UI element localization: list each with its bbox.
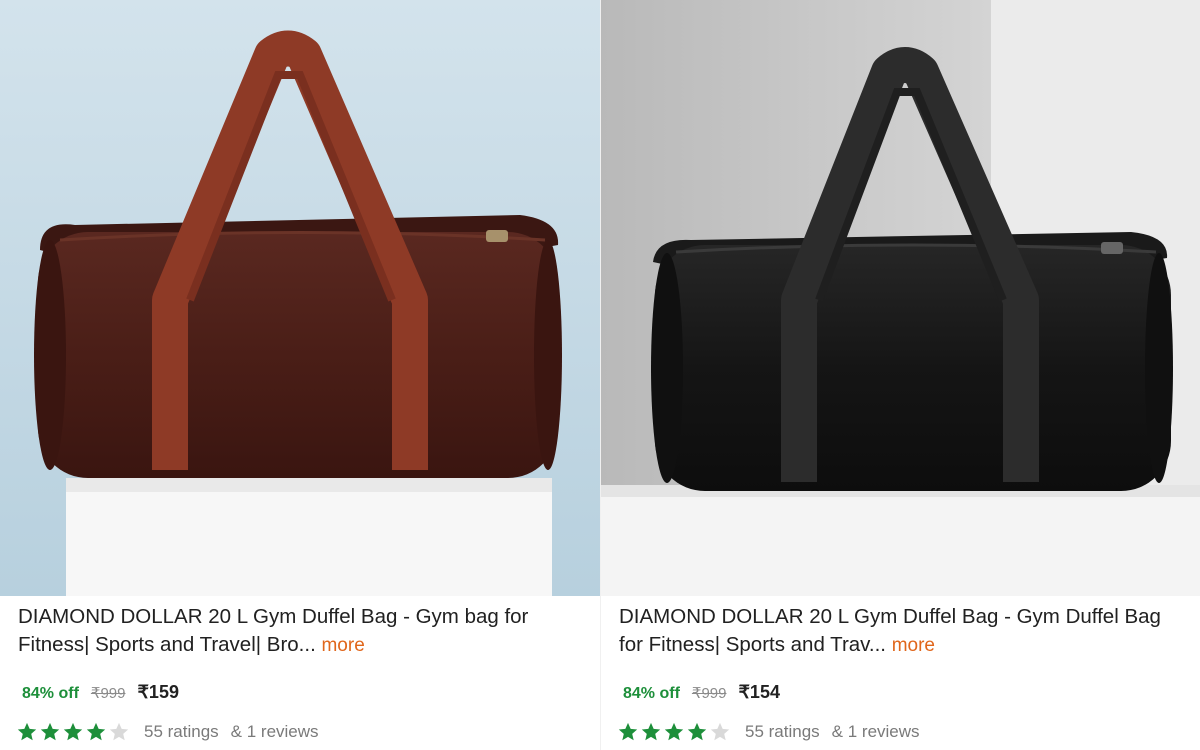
- star-rating: [16, 721, 130, 743]
- more-link[interactable]: more: [892, 635, 935, 656]
- sale-price: ₹159: [137, 682, 179, 702]
- star-filled-icon: [63, 722, 83, 741]
- star-rating: [617, 721, 731, 743]
- star-empty-icon: [710, 722, 730, 741]
- star-filled-icon: [618, 722, 638, 741]
- product-grid: DIAMOND DOLLAR 20 L Gym Duffel Bag - Gym…: [0, 0, 1200, 750]
- star-filled-icon: [86, 722, 106, 741]
- discount-badge: 84% off: [623, 685, 680, 702]
- reviews-count: & 1 reviews: [831, 722, 920, 741]
- star-empty-icon: [109, 722, 129, 741]
- sale-price: ₹154: [738, 682, 780, 702]
- discount-badge: 84% off: [22, 685, 79, 702]
- star-filled-icon: [17, 722, 37, 741]
- product-title[interactable]: DIAMOND DOLLAR 20 L Gym Duffel Bag - Gym…: [619, 603, 1179, 660]
- price-row: 84% off ₹999 ₹159: [22, 682, 179, 703]
- star-filled-icon: [40, 722, 60, 741]
- ratings-count: 55 ratings: [144, 722, 219, 741]
- reviews-count: & 1 reviews: [230, 722, 319, 741]
- more-link[interactable]: more: [321, 635, 364, 656]
- star-filled-icon: [664, 722, 684, 741]
- star-filled-icon: [687, 722, 707, 741]
- product-title-text[interactable]: DIAMOND DOLLAR 20 L Gym Duffel Bag - Gym…: [619, 605, 1161, 656]
- product-image[interactable]: [0, 0, 600, 596]
- original-price: ₹999: [691, 685, 727, 702]
- star-filled-icon: [641, 722, 661, 741]
- price-row: 84% off ₹999 ₹154: [623, 682, 780, 703]
- product-card[interactable]: DIAMOND DOLLAR 20 L Gym Duffel Bag - Gym…: [0, 0, 600, 750]
- original-price: ₹999: [90, 685, 126, 702]
- ratings-count: 55 ratings: [745, 722, 820, 741]
- product-image[interactable]: [601, 0, 1200, 596]
- rating-row: 55 ratings & 1 reviews: [617, 721, 920, 743]
- product-title[interactable]: DIAMOND DOLLAR 20 L Gym Duffel Bag - Gym…: [18, 603, 578, 660]
- product-title-text[interactable]: DIAMOND DOLLAR 20 L Gym Duffel Bag - Gym…: [18, 605, 528, 656]
- product-card[interactable]: DIAMOND DOLLAR 20 L Gym Duffel Bag - Gym…: [600, 0, 1200, 750]
- rating-row: 55 ratings & 1 reviews: [16, 721, 319, 743]
